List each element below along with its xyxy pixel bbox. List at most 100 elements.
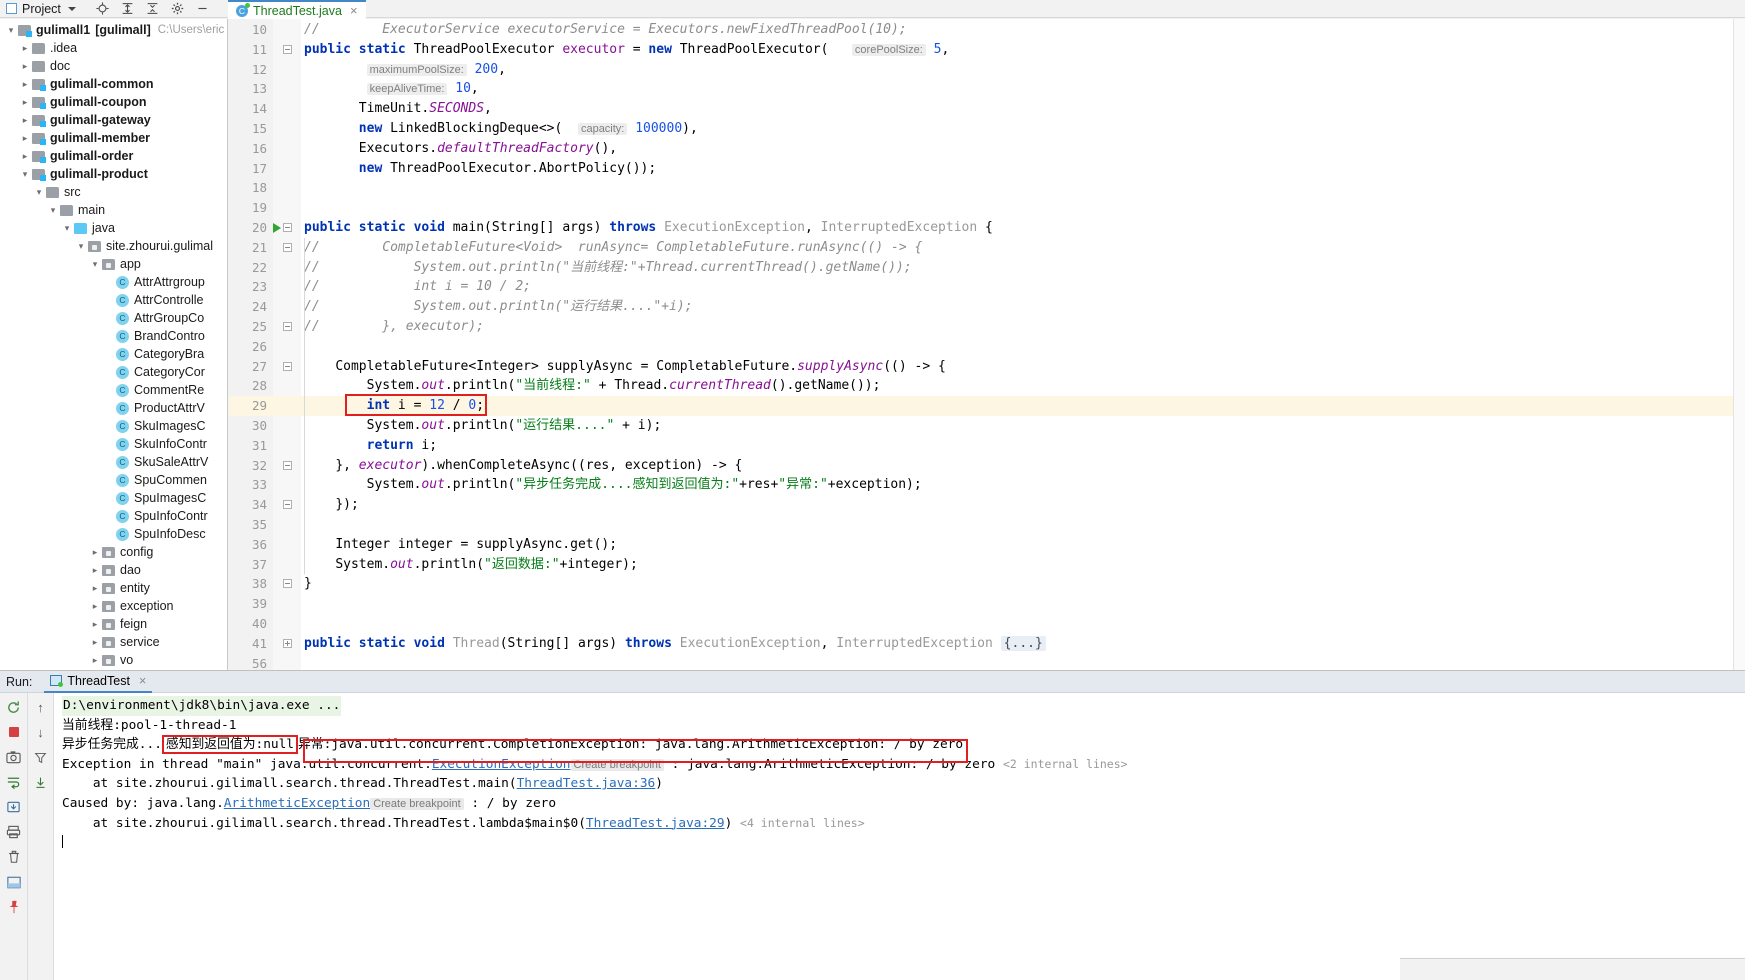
print-icon[interactable] — [6, 824, 22, 840]
arrow-up-icon[interactable]: ↑ — [33, 699, 49, 715]
tree-node[interactable]: C BrandContro — [0, 327, 227, 345]
tree-node[interactable]: ▸ .idea — [0, 39, 227, 57]
code-line[interactable]: 11 public static ThreadPoolExecutor execu… — [229, 40, 1745, 60]
fold-expand-icon[interactable] — [283, 638, 292, 648]
project-view-button[interactable]: Project — [0, 0, 82, 18]
chevron-right-icon[interactable]: ▸ — [88, 655, 102, 666]
chevron-right-icon[interactable]: ▸ — [18, 133, 32, 144]
tree-node[interactable]: ▾ gulimall1 [gulimall] C:\Users\eric — [0, 21, 227, 39]
fold-collapse-icon[interactable] — [283, 242, 292, 252]
tree-node[interactable]: C CategoryCor — [0, 363, 227, 381]
code-editor[interactable]: 10 // ExecutorService executorService = E… — [229, 19, 1745, 670]
code-line[interactable]: 56 — [229, 654, 1745, 670]
tree-node[interactable]: C SkuSaleAttrV — [0, 453, 227, 471]
hide-panel-icon[interactable] — [196, 2, 209, 15]
layout-icon[interactable] — [6, 874, 22, 890]
code-line[interactable]: 13 keepAliveTime: 10, — [229, 79, 1745, 99]
tree-node[interactable]: ▸ exception — [0, 597, 227, 615]
tree-node[interactable]: ▾ app — [0, 255, 227, 273]
camera-icon[interactable] — [6, 749, 22, 765]
code-line[interactable]: 31 return i; — [229, 436, 1745, 456]
stacktrace-link[interactable]: ThreadTest.java:29 — [586, 816, 725, 831]
fold-collapse-icon[interactable] — [283, 223, 292, 232]
code-line[interactable]: 40 — [229, 614, 1745, 634]
tree-node[interactable]: ▾ main — [0, 201, 227, 219]
code-line[interactable]: 16 Executors.defaultThreadFactory(), — [229, 139, 1745, 159]
scroll-to-end-icon[interactable] — [33, 774, 49, 790]
export-icon[interactable] — [6, 799, 22, 815]
code-line[interactable]: 34 }); — [229, 495, 1745, 515]
code-line[interactable]: 27 CompletableFuture<Integer> supplyAsyn… — [229, 357, 1745, 377]
exception-link[interactable]: ArithmeticException — [224, 796, 370, 811]
code-line[interactable]: 12 maximumPoolSize: 200, — [229, 60, 1745, 80]
tree-node[interactable]: ▸ gulimall-gateway — [0, 111, 227, 129]
chevron-down-icon[interactable]: ▾ — [88, 259, 102, 270]
fold-collapse-icon[interactable] — [283, 579, 292, 589]
stacktrace-link[interactable]: ThreadTest.java:36 — [517, 776, 656, 791]
code-line[interactable]: 17 new ThreadPoolExecutor.AbortPolicy())… — [229, 159, 1745, 179]
code-line[interactable]: 18 — [229, 178, 1745, 198]
code-line[interactable]: 33 System.out.println("异步任务完成....感知到返回值为… — [229, 475, 1745, 495]
internal-lines-tag[interactable]: <4 internal lines> — [740, 816, 865, 830]
tree-node[interactable]: ▸ service — [0, 633, 227, 651]
tree-node[interactable]: ▸ gulimall-coupon — [0, 93, 227, 111]
code-line[interactable]: 14 TimeUnit.SECONDS, — [229, 99, 1745, 119]
fold-collapse-icon[interactable] — [283, 460, 292, 470]
code-line[interactable]: 41 public static void Thread(String[] arg… — [229, 634, 1745, 654]
editor-code-area[interactable]: 10 // ExecutorService executorService = E… — [229, 19, 1745, 670]
tree-node[interactable]: ▸ gulimall-order — [0, 147, 227, 165]
tree-node[interactable]: ▸ doc — [0, 57, 227, 75]
project-tool-window[interactable]: ▾ gulimall1 [gulimall] C:\Users\eric ▸ .idea ▸… — [0, 19, 228, 670]
fold-collapse-icon[interactable] — [283, 322, 292, 331]
tree-node[interactable]: ▸ gulimall-member — [0, 129, 227, 147]
rerun-icon[interactable] — [6, 699, 22, 715]
chevron-right-icon[interactable]: ▸ — [88, 637, 102, 648]
tree-node[interactable]: C SpuImagesC — [0, 489, 227, 507]
fold-collapse-icon[interactable] — [283, 361, 292, 371]
settings-gear-icon[interactable] — [171, 2, 184, 15]
code-line[interactable]: 36 Integer integer = supplyAsync.get(); — [229, 535, 1745, 555]
tree-node[interactable]: ▸ vo — [0, 651, 227, 669]
chevron-down-icon[interactable]: ▾ — [18, 169, 32, 180]
expand-all-icon[interactable] — [121, 2, 134, 15]
code-line[interactable]: 39 — [229, 594, 1745, 614]
stop-icon[interactable] — [6, 724, 22, 740]
tab-threadtest-java[interactable]: C ThreadTest.java × — [228, 0, 366, 19]
code-line[interactable]: 32 }, executor).whenCompleteAsync((res, … — [229, 456, 1745, 476]
code-line[interactable]: 21 // CompletableFuture<Void> runAsync= C… — [229, 238, 1745, 258]
locate-icon[interactable] — [96, 2, 109, 15]
code-line[interactable]: 15 new LinkedBlockingDeque<>( capacity: … — [229, 119, 1745, 139]
chevron-right-icon[interactable]: ▸ — [88, 619, 102, 630]
chevron-right-icon[interactable]: ▸ — [18, 43, 32, 54]
chevron-right-icon[interactable]: ▸ — [88, 565, 102, 576]
chevron-right-icon[interactable]: ▸ — [18, 79, 32, 90]
fold-collapse-icon[interactable] — [283, 500, 292, 510]
close-icon[interactable]: × — [350, 3, 358, 18]
code-line[interactable]: 24 // System.out.println("运行结果...."+i); — [229, 297, 1745, 317]
arrow-down-icon[interactable]: ↓ — [33, 724, 49, 740]
tree-node[interactable]: C ProductAttrV — [0, 399, 227, 417]
code-line[interactable]: 35 — [229, 515, 1745, 535]
chevron-down-icon[interactable]: ▾ — [74, 241, 88, 252]
tree-node[interactable]: C SkuImagesC — [0, 417, 227, 435]
soft-wrap-icon[interactable] — [6, 774, 22, 790]
chevron-right-icon[interactable]: ▸ — [88, 583, 102, 594]
run-gutter-icon[interactable] — [273, 223, 281, 233]
chevron-down-icon[interactable]: ▾ — [60, 223, 74, 234]
tree-node[interactable]: ▾ src — [0, 183, 227, 201]
fold-collapse-icon[interactable] — [283, 44, 292, 54]
chevron-right-icon[interactable]: ▸ — [18, 151, 32, 162]
tree-node[interactable]: C SpuCommen — [0, 471, 227, 489]
code-line[interactable]: 23 // int i = 10 / 2; — [229, 277, 1745, 297]
code-line[interactable]: 25 // }, executor); — [229, 317, 1745, 337]
create-breakpoint-chip[interactable]: Create breakpoint — [370, 797, 464, 810]
tree-node[interactable]: ▸ feign — [0, 615, 227, 633]
error-stripe[interactable] — [1733, 19, 1745, 670]
chevron-right-icon[interactable]: ▸ — [88, 601, 102, 612]
chevron-right-icon[interactable]: ▸ — [18, 61, 32, 72]
tree-node[interactable]: C AttrAttrgroup — [0, 273, 227, 291]
chevron-down-icon[interactable]: ▾ — [46, 205, 60, 216]
tree-node[interactable]: C CategoryBra — [0, 345, 227, 363]
tree-node[interactable]: ▾ site.zhourui.gulimal — [0, 237, 227, 255]
collapse-all-icon[interactable] — [146, 2, 159, 15]
